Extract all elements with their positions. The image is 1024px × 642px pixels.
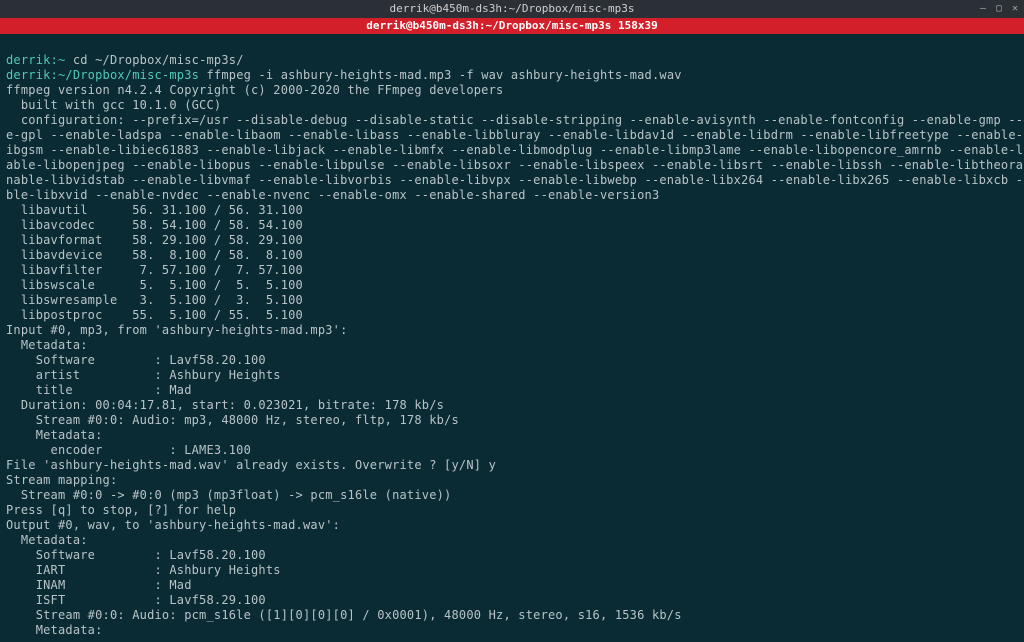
metadata-header: Metadata:	[6, 533, 88, 547]
config-line: e-gpl --enable-ladspa --enable-libaom --…	[6, 128, 1024, 142]
terminal-tab[interactable]: derrik@b450m-ds3h:~/Dropbox/misc-mp3s 15…	[0, 18, 1024, 34]
metadata-header: Metadata:	[6, 623, 103, 637]
libavutil-version: libavutil 56. 31.100 / 56. 31.100	[6, 203, 303, 217]
libavcodec-version: libavcodec 58. 54.100 / 58. 54.100	[6, 218, 303, 232]
config-line: nable-libvidstab --enable-libvmaf --enab…	[6, 173, 1024, 187]
prompt-user: derrik:	[6, 53, 58, 67]
metadata-header: Metadata:	[6, 338, 88, 352]
metadata-artist: artist : Ashbury Heights	[6, 368, 281, 382]
metadata-software: Software : Lavf58.20.100	[6, 548, 266, 562]
minimize-icon[interactable]: —	[980, 3, 986, 16]
config-line: ibgsm --enable-libiec61883 --enable-libj…	[6, 143, 1024, 157]
metadata-header: Metadata:	[6, 428, 103, 442]
close-icon[interactable]: ✕	[1012, 3, 1018, 16]
command-ffmpeg: ffmpeg -i ashbury-heights-mad.mp3 -f wav…	[199, 68, 682, 82]
terminal-output[interactable]: derrik:~ cd ~/Dropbox/misc-mp3s/ derrik:…	[0, 34, 1024, 642]
window-titlebar: derrik@b450m-ds3h:~/Dropbox/misc-mp3s — …	[0, 0, 1024, 18]
stream-map-line: Stream #0:0 -> #0:0 (mp3 (mp3float) -> p…	[6, 488, 451, 502]
command-cd: cd ~/Dropbox/misc-mp3s/	[65, 53, 243, 67]
libavdevice-version: libavdevice 58. 8.100 / 58. 8.100	[6, 248, 303, 262]
config-line: configuration: --prefix=/usr --disable-d…	[6, 113, 1024, 127]
libavfilter-version: libavfilter 7. 57.100 / 7. 57.100	[6, 263, 303, 277]
libswscale-version: libswscale 5. 5.100 / 5. 5.100	[6, 278, 303, 292]
config-line: able-libopenjpeg --enable-libopus --enab…	[6, 158, 1024, 172]
prompt-user: derrik:	[6, 68, 58, 82]
overwrite-prompt: File 'ashbury-heights-mad.wav' already e…	[6, 458, 496, 472]
metadata-software: Software : Lavf58.20.100	[6, 353, 266, 367]
ffmpeg-version: ffmpeg version n4.2.4 Copyright (c) 2000…	[6, 83, 503, 97]
metadata-inam: INAM : Mad	[6, 578, 192, 592]
libpostproc-version: libpostproc 55. 5.100 / 55. 5.100	[6, 308, 303, 322]
metadata-iart: IART : Ashbury Heights	[6, 563, 281, 577]
tab-label: derrik@b450m-ds3h:~/Dropbox/misc-mp3s 15…	[366, 19, 657, 33]
built-with: built with gcc 10.1.0 (GCC)	[6, 98, 221, 112]
prompt-path: ~/Dropbox/misc-mp3s	[58, 68, 199, 82]
libavformat-version: libavformat 58. 29.100 / 58. 29.100	[6, 233, 303, 247]
stream-mapping: Stream mapping:	[6, 473, 117, 487]
libswresample-version: libswresample 3. 5.100 / 3. 5.100	[6, 293, 303, 307]
duration-line: Duration: 00:04:17.81, start: 0.023021, …	[6, 398, 444, 412]
stream-line: Stream #0:0: Audio: pcm_s16le ([1][0][0]…	[6, 608, 682, 622]
metadata-isft: ISFT : Lavf58.29.100	[6, 593, 266, 607]
metadata-title: title : Mad	[6, 383, 192, 397]
encoder-line: encoder : LAME3.100	[6, 443, 251, 457]
output-header: Output #0, wav, to 'ashbury-heights-mad.…	[6, 518, 340, 532]
window-title: derrik@b450m-ds3h:~/Dropbox/misc-mp3s	[389, 2, 634, 16]
input-header: Input #0, mp3, from 'ashbury-heights-mad…	[6, 323, 348, 337]
maximize-icon[interactable]: ▢	[996, 3, 1002, 16]
press-q-hint: Press [q] to stop, [?] for help	[6, 503, 236, 517]
stream-line: Stream #0:0: Audio: mp3, 48000 Hz, stere…	[6, 413, 459, 427]
config-line: ble-libxvid --enable-nvdec --enable-nven…	[6, 188, 659, 202]
